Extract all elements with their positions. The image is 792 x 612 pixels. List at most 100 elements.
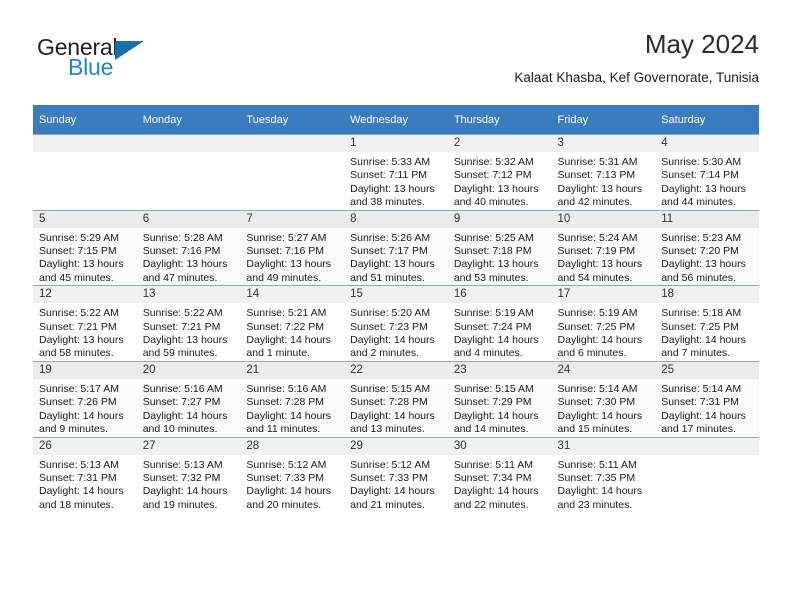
sunrise-time: Sunrise: 5:15 AM	[453, 382, 534, 395]
calendar-day-cell[interactable]: 27 Sunrise: 5:13 AM Sunset: 7:32 PM Dayligh…	[136, 436, 241, 513]
daylight-duration-line2: and 10 minutes.	[142, 423, 218, 436]
daylight-duration-line1: Daylight: 13 hours	[557, 182, 643, 195]
daylight-duration-line2: and 42 minutes.	[557, 196, 633, 209]
calendar-day-cell[interactable]: 31 Sunrise: 5:11 AM Sunset: 7:35 PM Dayligh…	[551, 436, 656, 513]
calendar-day-cell[interactable]: 28 Sunrise: 5:12 AM Sunset: 7:33 PM Dayligh…	[240, 436, 345, 513]
calendar-day-cell[interactable]: 29 Sunrise: 5:12 AM Sunset: 7:33 PM Dayligh…	[344, 436, 448, 513]
logo-word-blue: Blue	[68, 54, 114, 80]
sunset-time: Sunset: 7:20 PM	[661, 245, 739, 258]
calendar-week-row: 26 Sunrise: 5:13 AM Sunset: 7:31 PM Dayligh…	[33, 436, 759, 513]
day-number: 10	[551, 210, 656, 228]
daylight-duration-line1: Daylight: 14 hours	[661, 409, 746, 422]
calendar-day-cell[interactable]: 7 Sunrise: 5:27 AM Sunset: 7:16 PM Daylight…	[240, 209, 345, 286]
calendar-day-cell[interactable]: 16 Sunrise: 5:19 AM Sunset: 7:24 PM Dayligh…	[447, 285, 552, 362]
daylight-duration-line2: and 13 minutes.	[350, 423, 425, 436]
day-number: 3	[551, 135, 656, 152]
day-number	[655, 437, 759, 455]
calendar-day-cell[interactable]: 13 Sunrise: 5:22 AM Sunset: 7:21 PM Dayligh…	[136, 285, 241, 362]
day-details: Sunrise: 5:30 AM Sunset: 7:14 PM Daylight:…	[655, 152, 759, 210]
sunrise-time: Sunrise: 5:16 AM	[142, 382, 223, 395]
daylight-duration-line1: Daylight: 13 hours	[350, 182, 435, 195]
sunrise-time: Sunrise: 5:26 AM	[350, 231, 431, 244]
day-number: 15	[344, 286, 448, 304]
calendar-day-cell[interactable]: 30 Sunrise: 5:11 AM Sunset: 7:34 PM Dayligh…	[447, 436, 552, 513]
calendar-day-cell[interactable]: 15 Sunrise: 5:20 AM Sunset: 7:23 PM Dayligh…	[344, 285, 448, 362]
calendar-day-cell[interactable]: 8 Sunrise: 5:26 AM Sunset: 7:17 PM Daylight…	[344, 209, 448, 286]
calendar-day-cell[interactable]: 14 Sunrise: 5:21 AM Sunset: 7:22 PM Dayligh…	[240, 285, 345, 362]
daylight-duration-line2: and 14 minutes.	[453, 423, 529, 436]
day-number: 31	[551, 437, 656, 455]
calendar-day-cell[interactable]: 17 Sunrise: 5:19 AM Sunset: 7:25 PM Dayligh…	[551, 285, 656, 362]
weekday-header-row: Sunday Monday Tuesday Wednesday Thursday…	[33, 105, 759, 135]
calendar-day-cell[interactable]: 1 Sunrise: 5:33 AM Sunset: 7:11 PM Daylight…	[344, 134, 448, 211]
calendar-day-cell[interactable]: 19 Sunrise: 5:17 AM Sunset: 7:26 PM Dayligh…	[33, 360, 137, 437]
day-details: Sunrise: 5:15 AM Sunset: 7:29 PM Daylight:…	[448, 379, 552, 437]
calendar-day-cell[interactable]: 2 Sunrise: 5:32 AM Sunset: 7:12 PM Daylight…	[447, 134, 552, 211]
daylight-duration-line2: and 56 minutes.	[661, 271, 736, 284]
sunset-time: Sunset: 7:35 PM	[557, 471, 636, 484]
calendar-day-cell[interactable]: 18 Sunrise: 5:18 AM Sunset: 7:25 PM Dayligh…	[655, 285, 759, 362]
calendar-day-cell[interactable]: 3 Sunrise: 5:31 AM Sunset: 7:13 PM Daylight…	[551, 134, 656, 211]
sunrise-time: Sunrise: 5:25 AM	[453, 231, 534, 244]
daylight-duration-line2: and 58 minutes.	[39, 347, 114, 360]
calendar-day-cell[interactable]: 20 Sunrise: 5:16 AM Sunset: 7:27 PM Dayligh…	[136, 360, 241, 437]
daylight-duration-line2: and 19 minutes.	[142, 498, 218, 511]
day-number: 27	[136, 437, 241, 455]
day-number	[136, 135, 241, 152]
day-number: 29	[344, 437, 448, 455]
calendar-day-cell[interactable]: 4 Sunrise: 5:30 AM Sunset: 7:14 PM Daylight…	[655, 134, 759, 211]
daylight-duration-line2: and 49 minutes.	[246, 271, 322, 284]
page-subtitle: Kalaat Khasba, Kef Governorate, Tunisia	[514, 70, 759, 85]
calendar-day-cell[interactable]: 23 Sunrise: 5:15 AM Sunset: 7:29 PM Dayligh…	[447, 360, 552, 437]
calendar-day-cell[interactable]: 26 Sunrise: 5:13 AM Sunset: 7:31 PM Dayligh…	[33, 436, 137, 513]
weekday-header-sunday: Sunday	[33, 105, 137, 135]
sunrise-time: Sunrise: 5:22 AM	[39, 307, 119, 320]
sunrise-time: Sunrise: 5:15 AM	[350, 382, 431, 395]
day-details: Sunrise: 5:19 AM Sunset: 7:25 PM Daylight:…	[552, 303, 656, 361]
daylight-duration-line1: Daylight: 13 hours	[350, 258, 435, 271]
sunrise-time: Sunrise: 5:18 AM	[661, 307, 742, 320]
daylight-duration-line1: Daylight: 13 hours	[142, 334, 228, 347]
day-number: 18	[655, 286, 759, 304]
calendar-week-row: 19 Sunrise: 5:17 AM Sunset: 7:26 PM Dayligh…	[33, 360, 759, 437]
sunset-time: Sunset: 7:19 PM	[557, 245, 636, 258]
daylight-duration-line2: and 15 minutes.	[557, 423, 633, 436]
daylight-duration-line1: Daylight: 14 hours	[453, 409, 539, 422]
calendar-day-cell[interactable]: 6 Sunrise: 5:28 AM Sunset: 7:16 PM Daylight…	[136, 209, 241, 286]
day-number: 12	[33, 286, 137, 304]
day-details: Sunrise: 5:20 AM Sunset: 7:23 PM Daylight:…	[344, 303, 448, 361]
daylight-duration-line1: Daylight: 14 hours	[350, 485, 435, 498]
calendar-day-cell[interactable]: 5 Sunrise: 5:29 AM Sunset: 7:15 PM Daylight…	[33, 209, 137, 286]
calendar-day-cell[interactable]: 12 Sunrise: 5:22 AM Sunset: 7:21 PM Dayligh…	[33, 285, 137, 362]
day-details: Sunrise: 5:28 AM Sunset: 7:16 PM Daylight:…	[137, 228, 241, 286]
sunrise-time: Sunrise: 5:30 AM	[661, 156, 742, 168]
calendar-day-cell[interactable]: 25 Sunrise: 5:14 AM Sunset: 7:31 PM Dayligh…	[655, 360, 759, 437]
day-number: 21	[240, 361, 345, 379]
day-number: 11	[655, 210, 759, 228]
sunrise-time: Sunrise: 5:22 AM	[142, 307, 223, 320]
daylight-duration-line1: Daylight: 14 hours	[246, 485, 332, 498]
weekday-header-saturday: Saturday	[655, 105, 759, 135]
daylight-duration-line1: Daylight: 13 hours	[453, 182, 539, 195]
day-details: Sunrise: 5:18 AM Sunset: 7:25 PM Daylight:…	[655, 303, 759, 361]
sunrise-time: Sunrise: 5:24 AM	[557, 231, 638, 244]
calendar-day-cell[interactable]: 24 Sunrise: 5:14 AM Sunset: 7:30 PM Dayligh…	[551, 360, 656, 437]
day-details: Sunrise: 5:16 AM Sunset: 7:28 PM Daylight:…	[240, 379, 344, 437]
calendar-day-cell[interactable]: 11 Sunrise: 5:23 AM Sunset: 7:20 PM Dayligh…	[655, 209, 759, 286]
daylight-duration-line1: Daylight: 14 hours	[350, 409, 435, 422]
weekday-header-wednesday: Wednesday	[344, 105, 448, 135]
sunset-time: Sunset: 7:29 PM	[453, 396, 532, 409]
day-details: Sunrise: 5:29 AM Sunset: 7:15 PM Daylight:…	[33, 228, 137, 286]
calendar-body: 1 Sunrise: 5:33 AM Sunset: 7:11 PM Daylight…	[33, 134, 759, 513]
calendar-day-cell[interactable]: 22 Sunrise: 5:15 AM Sunset: 7:28 PM Dayligh…	[344, 360, 448, 437]
sunrise-time: Sunrise: 5:12 AM	[246, 458, 327, 471]
calendar-day-cell[interactable]: 9 Sunrise: 5:25 AM Sunset: 7:18 PM Daylight…	[447, 209, 552, 286]
day-details: Sunrise: 5:13 AM Sunset: 7:32 PM Daylight:…	[137, 455, 241, 513]
daylight-duration-line2: and 23 minutes.	[557, 498, 633, 511]
daylight-duration-line2: and 21 minutes.	[350, 498, 425, 511]
calendar-day-cell[interactable]: 21 Sunrise: 5:16 AM Sunset: 7:28 PM Dayligh…	[240, 360, 345, 437]
general-blue-logo[interactable]: General Blue	[37, 34, 217, 90]
sunset-time: Sunset: 7:28 PM	[246, 396, 325, 409]
sunset-time: Sunset: 7:25 PM	[661, 320, 739, 333]
calendar-day-cell[interactable]: 10 Sunrise: 5:24 AM Sunset: 7:19 PM Dayligh…	[551, 209, 656, 286]
